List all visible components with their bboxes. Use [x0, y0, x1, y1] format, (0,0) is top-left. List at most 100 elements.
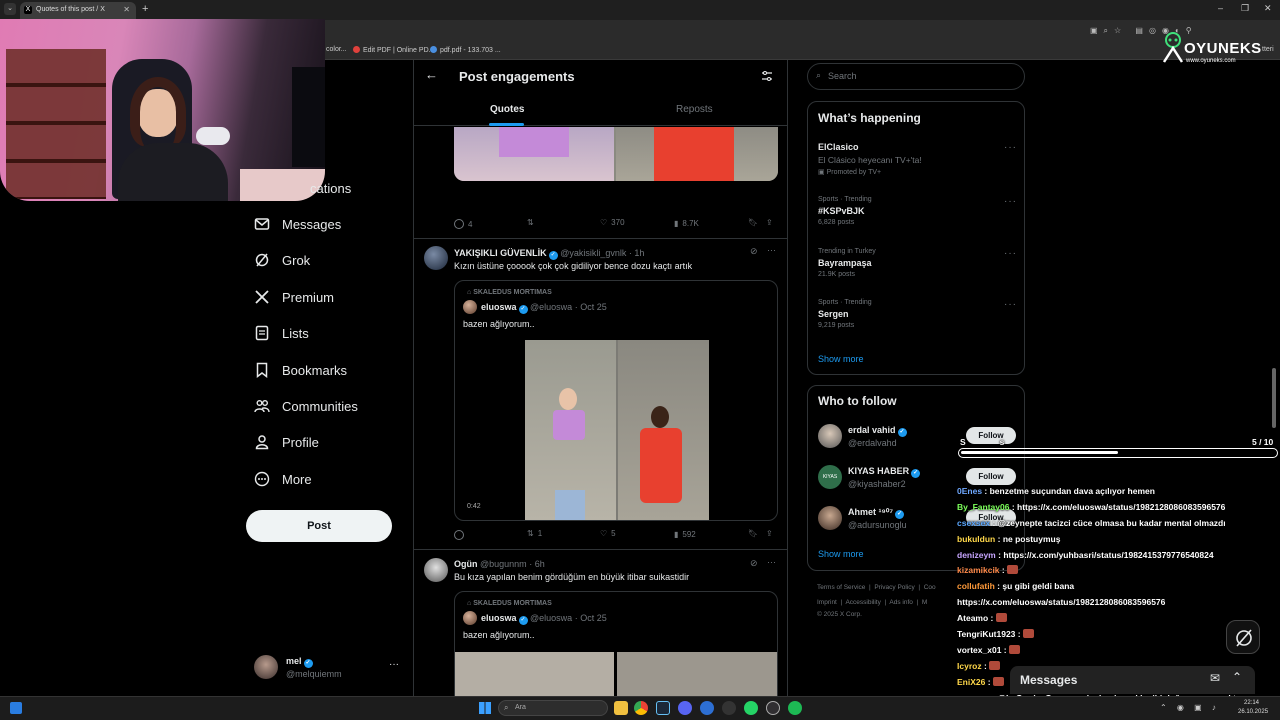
footer-link[interactable]: Accessibility — [845, 599, 880, 606]
share-icon[interactable]: ⇪ — [766, 529, 773, 538]
trend-item[interactable]: Sports · Trending #KSPvBJK 6,828 posts ·… — [818, 196, 1018, 226]
trend-more-icon[interactable]: ··· — [1004, 299, 1017, 310]
footer-link[interactable]: M — [922, 599, 927, 606]
footer-link[interactable]: Ads info — [889, 599, 913, 606]
trend-more-icon[interactable]: ··· — [1004, 248, 1017, 259]
tab-search-button[interactable]: ⌄ — [4, 3, 16, 15]
tab-reposts[interactable]: Reposts — [676, 104, 713, 115]
nav-item-bookmarks[interactable]: Bookmarks — [254, 359, 347, 381]
like-button[interactable]: ♡ 370 — [600, 218, 625, 227]
post-more-icon[interactable]: ··· — [767, 557, 776, 567]
bookmark-item[interactable]: Edit PDF | Online PD... — [353, 46, 434, 54]
bookmark-item[interactable]: pdf.pdf - 133.703 ... — [430, 46, 501, 54]
close-window-icon[interactable]: ✕ — [1264, 3, 1272, 14]
quoted-media[interactable] — [455, 652, 777, 696]
chat-username[interactable]: By_Fantay06 — [957, 502, 1009, 512]
chat-username[interactable]: TengriKut1923 — [957, 629, 1015, 639]
avatar[interactable] — [424, 558, 448, 582]
clock-time[interactable]: 22:14 — [1244, 700, 1259, 706]
filter-icon[interactable] — [761, 70, 773, 82]
show-more-link[interactable]: Show more — [818, 549, 864, 559]
nav-item-lists[interactable]: Lists — [254, 322, 309, 344]
show-more-link[interactable]: Show more — [818, 354, 864, 364]
post-author[interactable]: YAKIŞIKLI GÜVENLİK ✓ @yakisikli_gvnlk · 1… — [454, 248, 644, 260]
spotify-icon[interactable] — [788, 701, 802, 715]
grok-explain-icon[interactable]: ⊘ — [750, 558, 758, 569]
maximize-icon[interactable]: ❐ — [1241, 3, 1249, 14]
page-scrollbar[interactable] — [1272, 368, 1276, 428]
chat-username[interactable]: collufatih — [957, 581, 995, 591]
tab-quotes[interactable]: Quotes — [490, 104, 524, 115]
quoted-post[interactable]: ⌂ SKALEDUS MORTIMAS eluoswa ✓ @eluoswa · … — [454, 591, 778, 696]
chat-username[interactable]: bukuldun — [957, 534, 995, 544]
chat-username[interactable]: vortex_x01 — [957, 645, 1001, 655]
footer-link[interactable]: Privacy Policy — [874, 584, 914, 591]
nav-item-profile[interactable]: Profile — [254, 431, 319, 453]
grok-explain-icon[interactable]: ⊘ — [750, 246, 758, 257]
whatsapp-icon[interactable] — [744, 701, 758, 715]
chat-username[interactable]: EniX26 — [957, 677, 985, 687]
chrome-icon[interactable] — [634, 701, 648, 715]
nav-item-messages[interactable]: Messages — [254, 213, 341, 235]
stream-messages-panel[interactable]: Messages ✉ ⌃ — [1010, 666, 1255, 694]
nav-item-grok[interactable]: Grok — [254, 249, 310, 271]
chat-username[interactable]: Ateamo — [957, 613, 988, 623]
post-author[interactable]: Ogün @bugunnm · 6h — [454, 559, 545, 569]
chat-username[interactable]: Icyroz — [957, 661, 982, 671]
browser-tab-active[interactable]: X Quotes of this post / X ✕ — [20, 2, 136, 20]
quoted-video[interactable] — [525, 340, 709, 520]
views-button[interactable]: ▮ 8.7K — [674, 219, 699, 228]
reply-button[interactable] — [454, 530, 468, 540]
file-explorer-icon[interactable] — [614, 701, 628, 715]
more-dots-icon[interactable]: ··· — [389, 659, 399, 670]
compose-message-icon[interactable]: ✉ — [1210, 671, 1220, 685]
system-tray[interactable]: ⌃ ◉ ▣ ♪ — [1160, 703, 1220, 712]
nav-item-notifications[interactable]: cations — [310, 177, 351, 199]
share-icon[interactable]: ⇪ — [766, 218, 773, 227]
bookmark-post-icon[interactable]: 🔖︎ — [748, 529, 758, 538]
bookmark-item[interactable]: color... — [326, 46, 347, 53]
post-button[interactable]: Post — [246, 510, 392, 542]
close-tab-icon[interactable]: ✕ — [123, 5, 130, 14]
trend-item[interactable]: ElClasico El Clásico heyecanı TV+'ta! ▣ … — [818, 142, 1018, 176]
nav-item-communities[interactable]: Communities — [254, 395, 358, 417]
nav-item-premium[interactable]: Premium — [254, 286, 334, 308]
like-button[interactable]: ♡ 5 — [600, 529, 616, 538]
clock-date[interactable]: 26.10.2025 — [1238, 709, 1268, 715]
back-arrow-icon[interactable]: ← — [425, 67, 438, 82]
chat-username[interactable]: csexsex — [957, 518, 990, 528]
trend-more-icon[interactable]: ··· — [1004, 196, 1017, 207]
chat-username[interactable]: 0Enes — [957, 486, 982, 496]
trend-item[interactable]: Trending in Turkey Bayrampaşa 21.9K post… — [818, 248, 1018, 278]
chat-username[interactable]: denizeym — [957, 550, 996, 560]
new-tab-button[interactable]: + — [142, 3, 148, 15]
minimize-icon[interactable]: – — [1218, 3, 1223, 13]
post-media[interactable] — [454, 127, 778, 181]
expand-icon[interactable]: ⌃ — [1232, 670, 1242, 684]
grok-float-button[interactable] — [1226, 620, 1260, 654]
quoted-post[interactable]: ⌂ SKALEDUS MORTIMAS eluoswa ✓ @eluoswa · … — [454, 280, 778, 521]
nav-item-more[interactable]: More — [254, 468, 312, 490]
views-button[interactable]: ▮ 592 — [674, 530, 696, 539]
footer-link[interactable]: Coo — [924, 584, 936, 591]
obs-icon[interactable] — [766, 701, 780, 715]
discord-icon[interactable] — [678, 701, 692, 715]
post-more-icon[interactable]: ··· — [767, 245, 776, 255]
repost-button[interactable]: ⇅ 1 — [527, 529, 542, 538]
chat-username[interactable]: kizamikcik — [957, 565, 1000, 575]
start-button-icon[interactable] — [479, 702, 491, 714]
footer-link[interactable]: Terms of Service — [817, 584, 865, 591]
widgets-icon[interactable] — [10, 702, 22, 714]
follow-button[interactable]: Follow — [966, 468, 1016, 485]
reply-button[interactable]: 4 — [454, 219, 472, 229]
app-icon[interactable] — [700, 701, 714, 715]
taskbar-search[interactable]: ⌕ Ara — [498, 700, 608, 716]
steam-icon[interactable] — [656, 701, 670, 715]
steam-alt-icon[interactable] — [722, 701, 736, 715]
account-switcher[interactable]: mel ✓ @melquiemm ··· — [254, 655, 404, 683]
footer-link[interactable]: Imprint — [817, 599, 837, 606]
search-input[interactable]: ⌕ Search — [807, 63, 1025, 90]
trend-item[interactable]: Sports · Trending Sergen 9,219 posts ··· — [818, 299, 1018, 329]
bookmark-post-icon[interactable]: 🔖︎ — [748, 218, 758, 227]
repost-button[interactable]: ⇅ — [527, 218, 534, 227]
